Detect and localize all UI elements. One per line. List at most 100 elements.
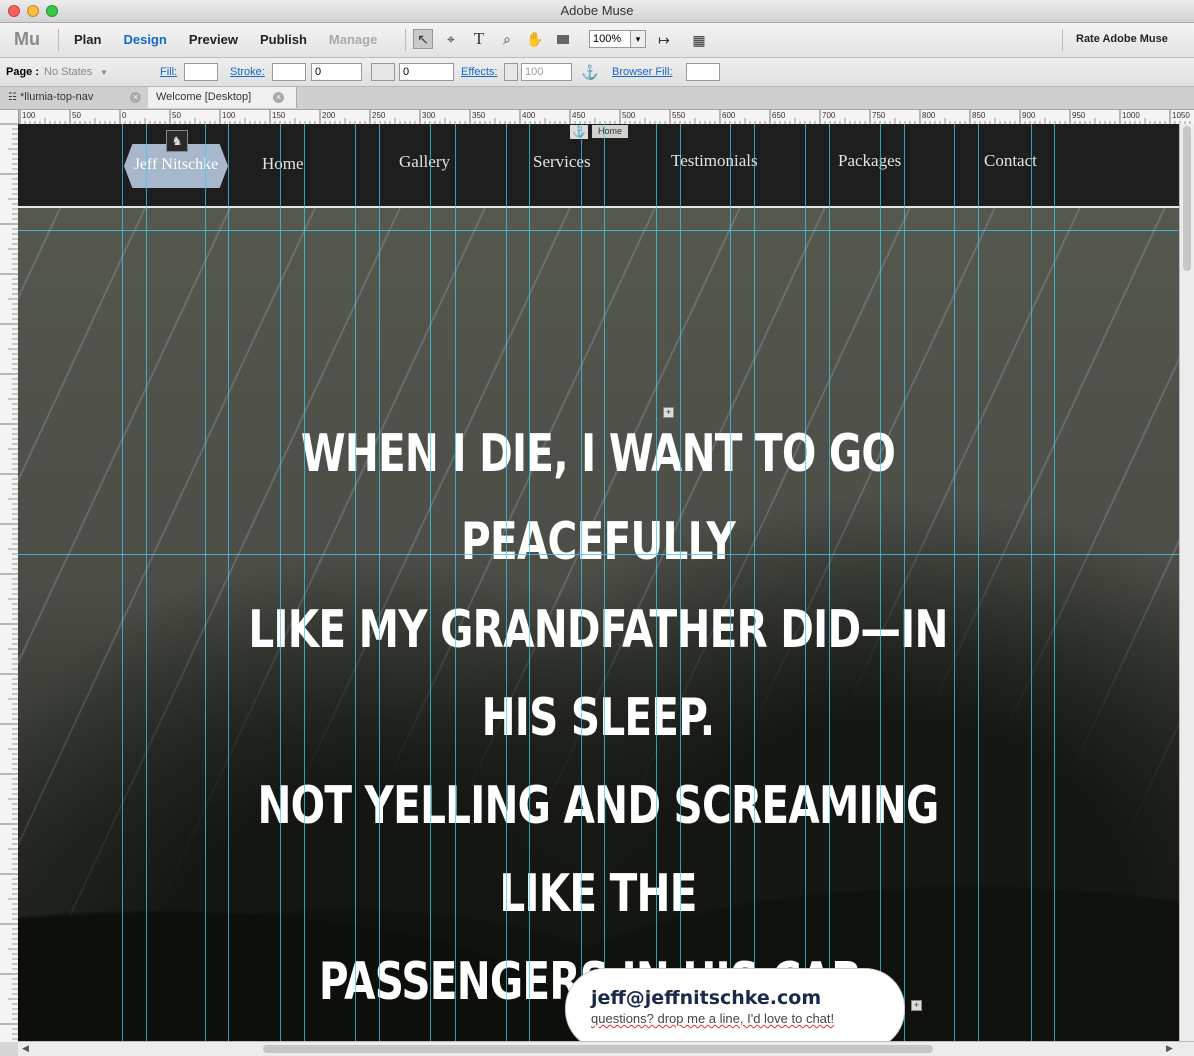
ruler-label: 100 (22, 111, 36, 120)
ruler-label: 650 (772, 111, 786, 120)
ruler-label: 800 (922, 111, 936, 120)
column-guide (954, 124, 955, 1041)
nav-home[interactable]: Home (262, 154, 304, 174)
ruler-ticks: 100 50 0 50 100 150 200 250 300 350 400 450 500 550 60… (19, 110, 1191, 124)
anchor-icon[interactable]: ⚓ (580, 62, 600, 82)
horizontal-scrollbar[interactable]: ◀ ▶ (18, 1041, 1194, 1056)
mode-publish[interactable]: Publish (260, 32, 307, 47)
ruler-label: 450 (572, 111, 586, 120)
effects-label[interactable]: Effects: (461, 66, 497, 78)
fill-label[interactable]: Fill: (160, 66, 177, 78)
place-file-icon[interactable]: ↦ (654, 30, 674, 50)
column-guide (829, 124, 830, 1041)
corner-radius-icon[interactable] (371, 63, 395, 81)
column-guide (754, 124, 755, 1041)
design-canvas[interactable]: ♞ Jeff Nitschke Home Gallery Services Te… (18, 124, 1179, 1041)
column-guide (880, 124, 881, 1041)
tab-welcome-desktop[interactable]: Welcome [Desktop] × (148, 87, 297, 108)
ruler-label: 100 (222, 111, 236, 120)
column-guide (978, 124, 979, 1041)
opacity-icon (504, 63, 518, 81)
toolbar-divider (58, 29, 59, 51)
column-guide (1054, 124, 1055, 1041)
crop-tool-icon[interactable]: ⌖ (441, 29, 461, 49)
horizontal-guide[interactable] (18, 554, 1179, 555)
close-tab-icon[interactable]: × (273, 92, 284, 103)
scrollbar-thumb[interactable] (1183, 126, 1191, 271)
tab-label: Welcome [Desktop] (156, 91, 252, 103)
anchor-icon[interactable]: ⚓ (570, 125, 588, 139)
stroke-color-swatch[interactable] (272, 63, 306, 81)
hero-quote[interactable]: WHEN I DIE, I WANT TO GO PEACEFULLY LIKE… (224, 410, 973, 1026)
ruler-label: 500 (622, 111, 636, 120)
fill-color-swatch[interactable] (184, 63, 218, 81)
logo-text[interactable]: Jeff Nitschke (124, 156, 228, 174)
ruler-label: 950 (1072, 111, 1086, 120)
nav-testimonials[interactable]: Testimonials (671, 151, 758, 171)
column-guide (304, 124, 305, 1041)
control-panel: Page : No States ▼ Fill: Stroke: 0 0 Eff… (0, 58, 1194, 87)
scroll-left-icon[interactable]: ◀ (22, 1043, 29, 1054)
column-guide (355, 124, 356, 1041)
ruler-label: 350 (472, 111, 486, 120)
text-tool-icon[interactable]: T (469, 29, 489, 49)
selection-tool-icon[interactable]: ↖ (413, 29, 433, 49)
ruler-label: 50 (72, 111, 81, 120)
mode-manage[interactable]: Manage (329, 32, 377, 47)
contact-email[interactable]: jeff@jeffnitschke.com (591, 987, 821, 1009)
column-guide (430, 124, 431, 1041)
vertical-scrollbar[interactable] (1179, 124, 1194, 1042)
main-toolbar: Mu Plan Design Preview Publish Manage ↖ … (0, 23, 1194, 58)
mode-plan[interactable]: Plan (74, 32, 101, 47)
ruler-label: 1000 (1122, 111, 1140, 120)
nav-gallery[interactable]: Gallery (399, 152, 450, 172)
zoom-dropdown-icon[interactable]: ▾ (630, 30, 646, 48)
close-tab-icon[interactable]: × (130, 92, 141, 103)
scrollbar-thumb[interactable] (263, 1045, 933, 1053)
ruler-label: 550 (672, 111, 686, 120)
scroll-right-icon[interactable]: ▶ (1166, 1043, 1173, 1054)
ruler-label: 50 (172, 111, 181, 120)
nav-packages[interactable]: Packages (838, 151, 901, 171)
mode-switcher: Plan Design Preview Publish Manage (74, 32, 399, 47)
vertical-ruler (0, 110, 19, 1042)
chevron-down-icon: ▼ (100, 68, 108, 77)
zoom-tool-icon[interactable]: ⌕ (497, 29, 517, 49)
opacity-field[interactable]: 100 (521, 63, 572, 81)
ruler-ticks (0, 123, 18, 1040)
tab-label: *llumia-top-nav (20, 91, 94, 103)
app-logo: Mu (14, 29, 40, 49)
zoom-level-field[interactable]: 100% (589, 30, 636, 48)
corner-radius-field[interactable]: 0 (399, 63, 454, 81)
ruler-label: 750 (872, 111, 886, 120)
sitemap-icon: ☷ (8, 92, 17, 103)
ruler-label: 1050 (1172, 111, 1190, 120)
page-label: Page : (6, 66, 40, 78)
contact-tagline: questions? drop me a line, I'd love to c… (591, 1011, 835, 1026)
column-guide (205, 124, 206, 1041)
ruler-label: 600 (722, 111, 736, 120)
add-element-icon[interactable]: + (663, 407, 674, 418)
media-tool-icon[interactable]: ▦ (689, 30, 709, 50)
page-states-dropdown[interactable]: No States (44, 66, 92, 78)
column-guide (379, 124, 380, 1041)
horizontal-guide[interactable] (18, 230, 1179, 231)
column-guide (680, 124, 681, 1041)
column-guide (146, 124, 147, 1041)
rectangle-tool-icon[interactable] (553, 29, 573, 49)
rate-muse-link[interactable]: Rate Adobe Muse (1076, 33, 1168, 45)
ruler-label: 400 (522, 111, 536, 120)
column-guide (604, 124, 605, 1041)
mode-preview[interactable]: Preview (189, 32, 238, 47)
stroke-label[interactable]: Stroke: (230, 66, 265, 78)
mode-design[interactable]: Design (123, 32, 166, 47)
add-element-icon[interactable]: + (911, 1000, 922, 1011)
hand-tool-icon[interactable]: ✋ (525, 29, 545, 49)
browser-fill-swatch[interactable] (686, 63, 720, 81)
site-navbar[interactable]: ♞ Jeff Nitschke Home Gallery Services Te… (18, 124, 1179, 208)
browser-fill-label[interactable]: Browser Fill: (612, 66, 673, 78)
tab-llumia-top-nav[interactable]: ☷ *llumia-top-nav × (0, 87, 149, 108)
contact-pill[interactable]: jeff@jeffnitschke.com questions? drop me… (565, 968, 905, 1041)
nav-contact[interactable]: Contact (984, 151, 1037, 171)
stroke-weight-field[interactable]: 0 (311, 63, 362, 81)
